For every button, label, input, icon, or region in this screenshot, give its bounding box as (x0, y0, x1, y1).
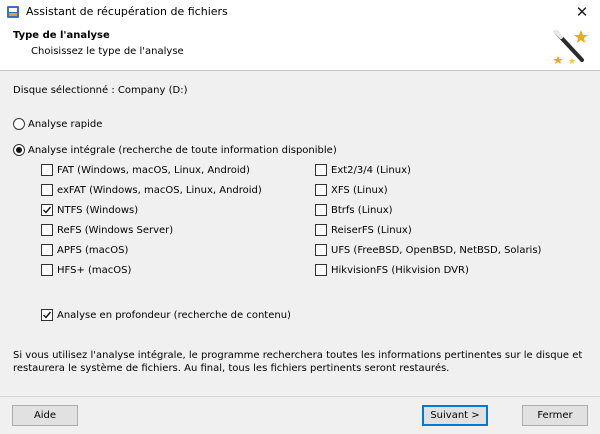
checkbox[interactable] (41, 184, 53, 196)
close-button[interactable]: Fermer (522, 405, 588, 426)
checkbox[interactable] (41, 309, 53, 321)
deep-scan-checkbox[interactable]: Analyse en profondeur (recherche de cont… (41, 309, 291, 321)
wizard-footer: Aide Suivant > Fermer (0, 396, 600, 434)
next-button[interactable]: Suivant > (422, 405, 488, 426)
checkbox[interactable] (41, 224, 53, 236)
checkbox[interactable] (315, 244, 327, 256)
checkbox[interactable] (315, 204, 327, 216)
fs-label: exFAT (Windows, macOS, Linux, Android) (57, 184, 262, 196)
magic-wand-icon (553, 30, 588, 64)
fs-label: APFS (macOS) (57, 244, 129, 256)
fs-checkbox-ufs[interactable]: UFS (FreeBSD, OpenBSD, NetBSD, Solaris) (315, 244, 541, 256)
fs-checkbox-reiserfs[interactable]: ReiserFS (Linux) (315, 224, 412, 236)
fs-checkbox-xfs[interactable]: XFS (Linux) (315, 184, 388, 196)
deep-scan-label: Analyse en profondeur (recherche de cont… (57, 309, 291, 321)
fs-label: ReFS (Windows Server) (57, 224, 174, 236)
checkbox[interactable] (315, 164, 327, 176)
fs-checkbox-apfs[interactable]: APFS (macOS) (41, 244, 128, 256)
wizard-content: Disque sélectionné : Company (D:) Analys… (0, 72, 600, 396)
checkbox[interactable] (315, 224, 327, 236)
full-scan-radio[interactable]: Analyse intégrale (recherche de toute in… (13, 144, 337, 156)
fs-label: XFS (Linux) (331, 184, 388, 196)
info-text: Si vous utilisez l'analyse intégrale, le… (13, 350, 583, 374)
fs-checkbox-exfat[interactable]: exFAT (Windows, macOS, Linux, Android) (41, 184, 262, 196)
fs-checkbox-fat[interactable]: FAT (Windows, macOS, Linux, Android) (41, 164, 250, 176)
fs-label: HFS+ (macOS) (57, 264, 132, 276)
title-bar: Assistant de récupération de fichiers ✕ (0, 0, 600, 24)
close-icon: ✕ (575, 3, 589, 21)
checkbox[interactable] (41, 264, 53, 276)
checkbox[interactable] (41, 244, 53, 256)
check-icon (43, 206, 52, 214)
fs-label: ReiserFS (Linux) (331, 224, 412, 236)
app-icon (7, 6, 19, 18)
fs-checkbox-refs[interactable]: ReFS (Windows Server) (41, 224, 173, 236)
help-button[interactable]: Aide (12, 405, 78, 426)
checkbox[interactable] (41, 164, 53, 176)
fs-label: Btrfs (Linux) (331, 204, 393, 216)
fs-label: Ext2/3/4 (Linux) (331, 164, 411, 176)
selected-disk-label: Disque sélectionné : Company (D:) (13, 85, 188, 96)
page-title: Type de l'analyse (13, 30, 110, 41)
fs-checkbox-hfs-plus[interactable]: HFS+ (macOS) (41, 264, 131, 276)
fs-checkbox-ntfs[interactable]: NTFS (Windows) (41, 204, 138, 216)
checkbox[interactable] (315, 184, 327, 196)
full-scan-label: Analyse intégrale (recherche de toute in… (28, 144, 337, 156)
checkbox[interactable] (315, 264, 327, 276)
wizard-header: Type de l'analyse Choisissez le type de … (0, 24, 600, 71)
fs-label: HikvisionFS (Hikvision DVR) (331, 264, 469, 276)
close-window-button[interactable]: ✕ (564, 0, 600, 24)
check-icon (43, 311, 52, 319)
fs-checkbox-btrfs[interactable]: Btrfs (Linux) (315, 204, 393, 216)
fs-label: UFS (FreeBSD, OpenBSD, NetBSD, Solaris) (331, 244, 542, 256)
fs-checkbox-hikvisionfs[interactable]: HikvisionFS (Hikvision DVR) (315, 264, 469, 276)
radio-indicator[interactable] (13, 118, 25, 130)
fs-label: NTFS (Windows) (57, 204, 139, 216)
radio-indicator[interactable] (13, 144, 25, 156)
checkbox[interactable] (41, 204, 53, 216)
quick-scan-radio[interactable]: Analyse rapide (13, 118, 102, 130)
window-title: Assistant de récupération de fichiers (26, 5, 228, 18)
quick-scan-label: Analyse rapide (28, 118, 103, 130)
fs-label: FAT (Windows, macOS, Linux, Android) (57, 164, 250, 176)
page-subtitle: Choisissez le type de l'analyse (31, 46, 184, 57)
fs-checkbox-ext[interactable]: Ext2/3/4 (Linux) (315, 164, 411, 176)
